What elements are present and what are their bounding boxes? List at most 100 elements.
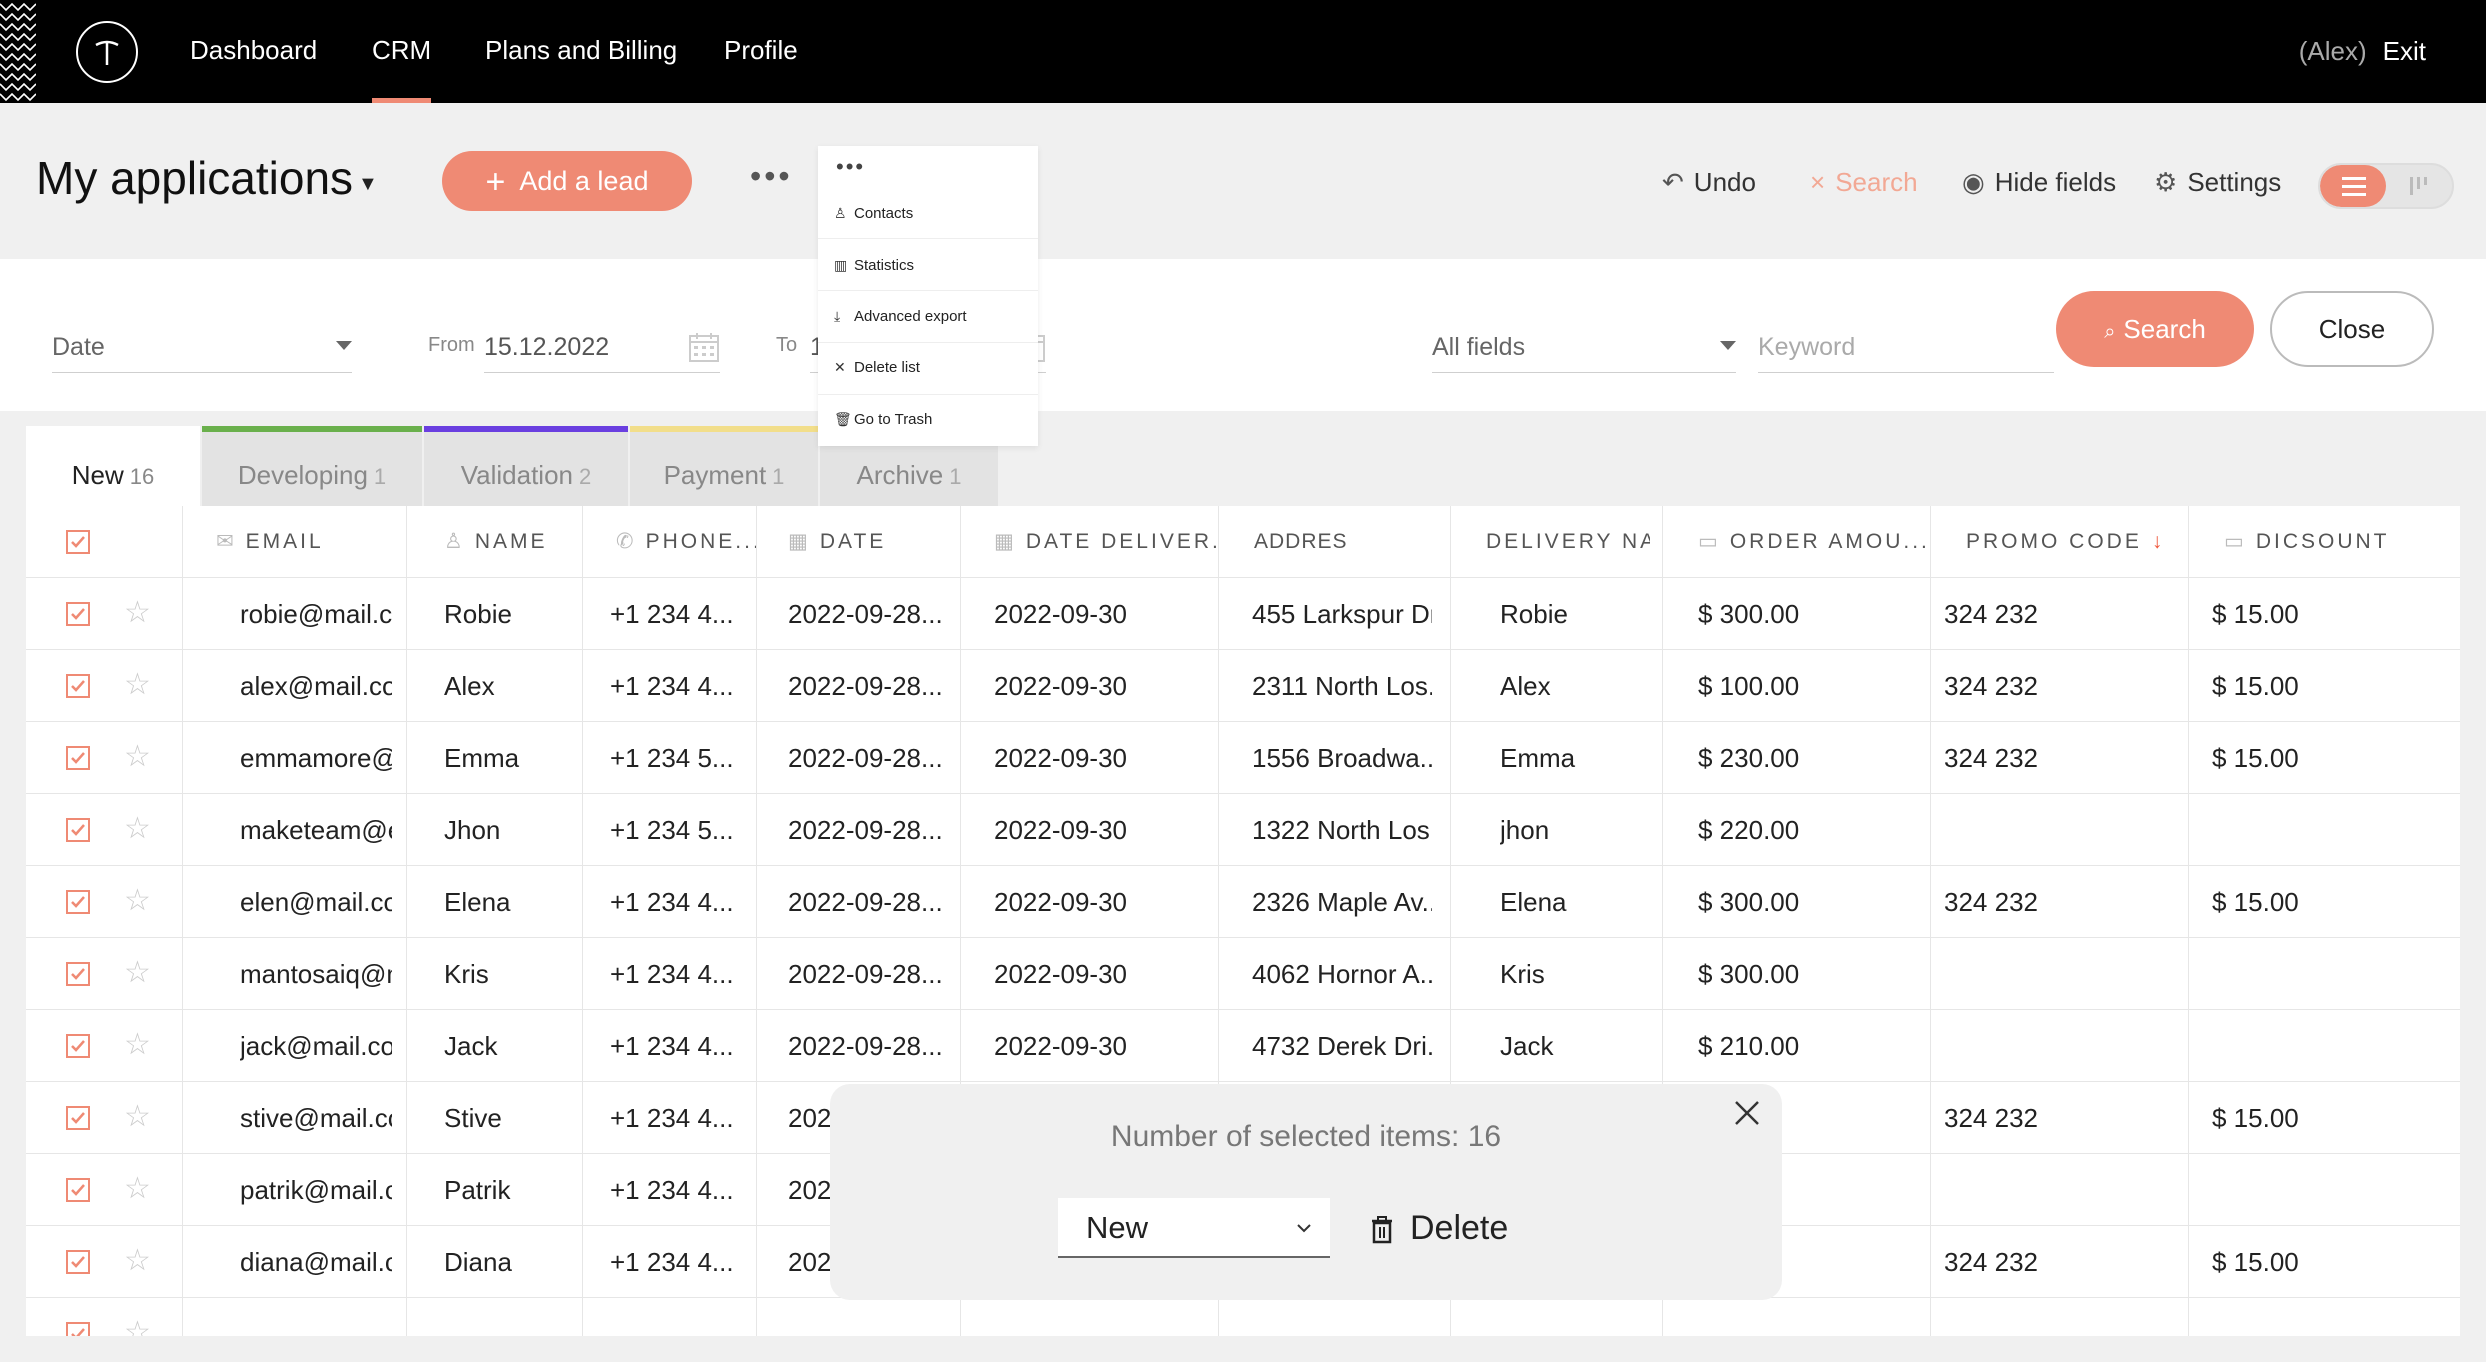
title-dropdown-caret-icon[interactable]: ▼: [358, 173, 378, 196]
cell-email: elen@mail.com: [240, 887, 392, 917]
sort-down-icon[interactable]: ↓: [2152, 530, 2163, 553]
star-icon[interactable]: ☆: [124, 1172, 151, 1206]
all-fields-select[interactable]: All fields: [1432, 327, 1736, 373]
close-button[interactable]: Close: [2270, 291, 2434, 367]
nav-crm[interactable]: CRM: [372, 0, 432, 103]
more-options-icon[interactable]: •••: [836, 154, 865, 180]
nav-dashboard[interactable]: Dashboard: [190, 0, 317, 103]
move-to-status-select[interactable]: New: [1058, 1198, 1330, 1258]
date-field-select[interactable]: Date: [52, 327, 352, 373]
keyword-input[interactable]: Keyword: [1758, 327, 2054, 373]
page-title[interactable]: My applications: [36, 151, 353, 205]
delete-selected-button[interactable]: Delete: [1370, 1198, 1508, 1258]
row-checkbox[interactable]: [66, 1034, 90, 1058]
star-icon[interactable]: ☆: [124, 1100, 151, 1134]
star-icon[interactable]: ☆: [124, 1028, 151, 1062]
star-icon[interactable]: ☆: [124, 956, 151, 990]
kanban-view-icon[interactable]: [2408, 177, 2434, 195]
view-mode-toggle[interactable]: [2318, 163, 2454, 209]
row-checkbox[interactable]: [66, 1250, 90, 1274]
menu-item-advanced-export[interactable]: ⤓ Advanced export: [834, 301, 967, 331]
row-checkbox[interactable]: [66, 1106, 90, 1130]
row-checkbox[interactable]: [66, 890, 90, 914]
close-icon[interactable]: [1730, 1096, 1764, 1130]
search-button[interactable]: ⌕ Search: [2056, 291, 2254, 367]
search-toggle-button[interactable]: × Search: [1810, 167, 1918, 198]
tab-developing[interactable]: Developing 1: [202, 426, 422, 506]
column-header-phone[interactable]: ✆ PHONE...: [616, 506, 756, 578]
star-icon[interactable]: ☆: [124, 884, 151, 918]
cell-email: [240, 1298, 392, 1336]
from-date-value: 15.12.2022: [484, 333, 610, 361]
date-field-value: Date: [52, 333, 105, 361]
cell-discount: $ 15.00: [2212, 1247, 2299, 1277]
user-icon: ♙: [834, 205, 847, 221]
column-header-order-amount[interactable]: ▭ ORDER AMOU...: [1698, 506, 1930, 578]
table-row[interactable]: ☆ robie@mail.com Robie +1 234 4... 2022-09-2…: [26, 578, 2460, 650]
table-row[interactable]: ☆ emmamore@e... Emma +1 234 5... 2022-09-28.…: [26, 722, 2460, 794]
cell-phone: +1 234 5...: [610, 743, 734, 773]
star-icon[interactable]: ☆: [124, 1244, 151, 1278]
tab-label: Archive: [856, 460, 944, 490]
nav-profile[interactable]: Profile: [724, 0, 798, 103]
row-checkbox[interactable]: [66, 1322, 90, 1336]
row-checkbox[interactable]: [66, 818, 90, 842]
calendar-icon[interactable]: [688, 331, 720, 363]
cell-order-amount: $ 100.00: [1698, 671, 1800, 701]
cell-name: Elena: [444, 887, 511, 917]
row-checkbox[interactable]: [66, 1178, 90, 1202]
star-icon[interactable]: ☆: [124, 1316, 151, 1336]
table-row[interactable]: ☆ jack@mail.com . Jack +1 234 4... 2022-09-2…: [26, 1010, 2460, 1082]
from-date-input[interactable]: 15.12.2022: [484, 327, 720, 373]
menu-item-delete-list[interactable]: ✕ Delete list: [834, 352, 920, 382]
cell-order-amount: [1698, 1298, 1918, 1336]
column-label: EMAIL: [245, 530, 324, 553]
menu-item-contacts[interactable]: ♙ Contacts: [834, 198, 913, 228]
column-header-name[interactable]: ♙ NAME: [444, 506, 548, 578]
more-options-icon[interactable]: •••: [750, 158, 793, 195]
menu-item-label: Contacts: [854, 205, 914, 222]
download-icon: ⤓: [834, 308, 841, 324]
star-icon[interactable]: ☆: [124, 740, 151, 774]
undo-button[interactable]: ↶ Undo: [1662, 167, 1756, 198]
cell-date: [788, 1298, 948, 1336]
cell-phone: +1 234 4...: [610, 959, 734, 989]
settings-button[interactable]: ⚙ Settings: [2154, 167, 2281, 198]
row-checkbox[interactable]: [66, 602, 90, 626]
column-header-discount[interactable]: ▭ DICSOUNT: [2224, 506, 2390, 578]
exit-link[interactable]: Exit: [2383, 36, 2426, 66]
table-row[interactable]: ☆: [26, 1298, 2460, 1336]
cell-address: 4062 Hornor A...: [1252, 959, 1432, 989]
star-icon[interactable]: ☆: [124, 812, 151, 846]
select-all-checkbox[interactable]: [66, 530, 90, 554]
cell-promo-code: 324 232: [1944, 671, 2038, 701]
tab-payment[interactable]: Payment 1: [630, 426, 818, 506]
add-lead-button[interactable]: + Add a lead: [442, 151, 692, 211]
row-checkbox[interactable]: [66, 746, 90, 770]
column-header-date[interactable]: ▦ DATE: [788, 506, 886, 578]
column-header-delivery-name[interactable]: DELIVERY NA...: [1486, 506, 1650, 578]
row-checkbox[interactable]: [66, 674, 90, 698]
star-icon[interactable]: ☆: [124, 668, 151, 702]
menu-item-statistics[interactable]: ▥ Statistics: [834, 250, 914, 280]
column-header-email[interactable]: ✉ EMAIL: [216, 506, 324, 578]
tab-new[interactable]: New 16: [26, 426, 200, 506]
tab-validation[interactable]: Validation 2: [424, 426, 628, 506]
table-row[interactable]: ☆ mantosaiq@ma... Kris +1 234 4... 2022-09-2…: [26, 938, 2460, 1010]
star-icon[interactable]: ☆: [124, 596, 151, 630]
table-row[interactable]: ☆ alex@mail.com .. Alex +1 234 4... 2022-09-…: [26, 650, 2460, 722]
hide-fields-button[interactable]: ◉ Hide fields: [1962, 167, 2116, 198]
tab-count: 1: [949, 464, 962, 489]
row-checkbox[interactable]: [66, 962, 90, 986]
column-header-address[interactable]: ADDRES: [1254, 506, 1348, 578]
column-header-date-delivery[interactable]: ▦ DATE DELIVER...: [994, 506, 1216, 578]
list-view-icon[interactable]: [2320, 165, 2386, 207]
table-row[interactable]: ☆ elen@mail.com Elena +1 234 4... 2022-09-28…: [26, 866, 2460, 938]
app-logo[interactable]: [76, 21, 138, 83]
menu-item-go-to-trash[interactable]: 🗑 Go to Trash: [834, 404, 932, 434]
nav-plans-billing[interactable]: Plans and Billing: [485, 0, 677, 103]
column-header-promo-code[interactable]: PROMO CODE ↓: [1966, 506, 2162, 578]
cell-phone: +1 234 4...: [610, 1247, 734, 1277]
table-row[interactable]: ☆ maketeam@em... Jhon +1 234 5... 2022-09-28…: [26, 794, 2460, 866]
tab-label: New: [71, 460, 124, 490]
